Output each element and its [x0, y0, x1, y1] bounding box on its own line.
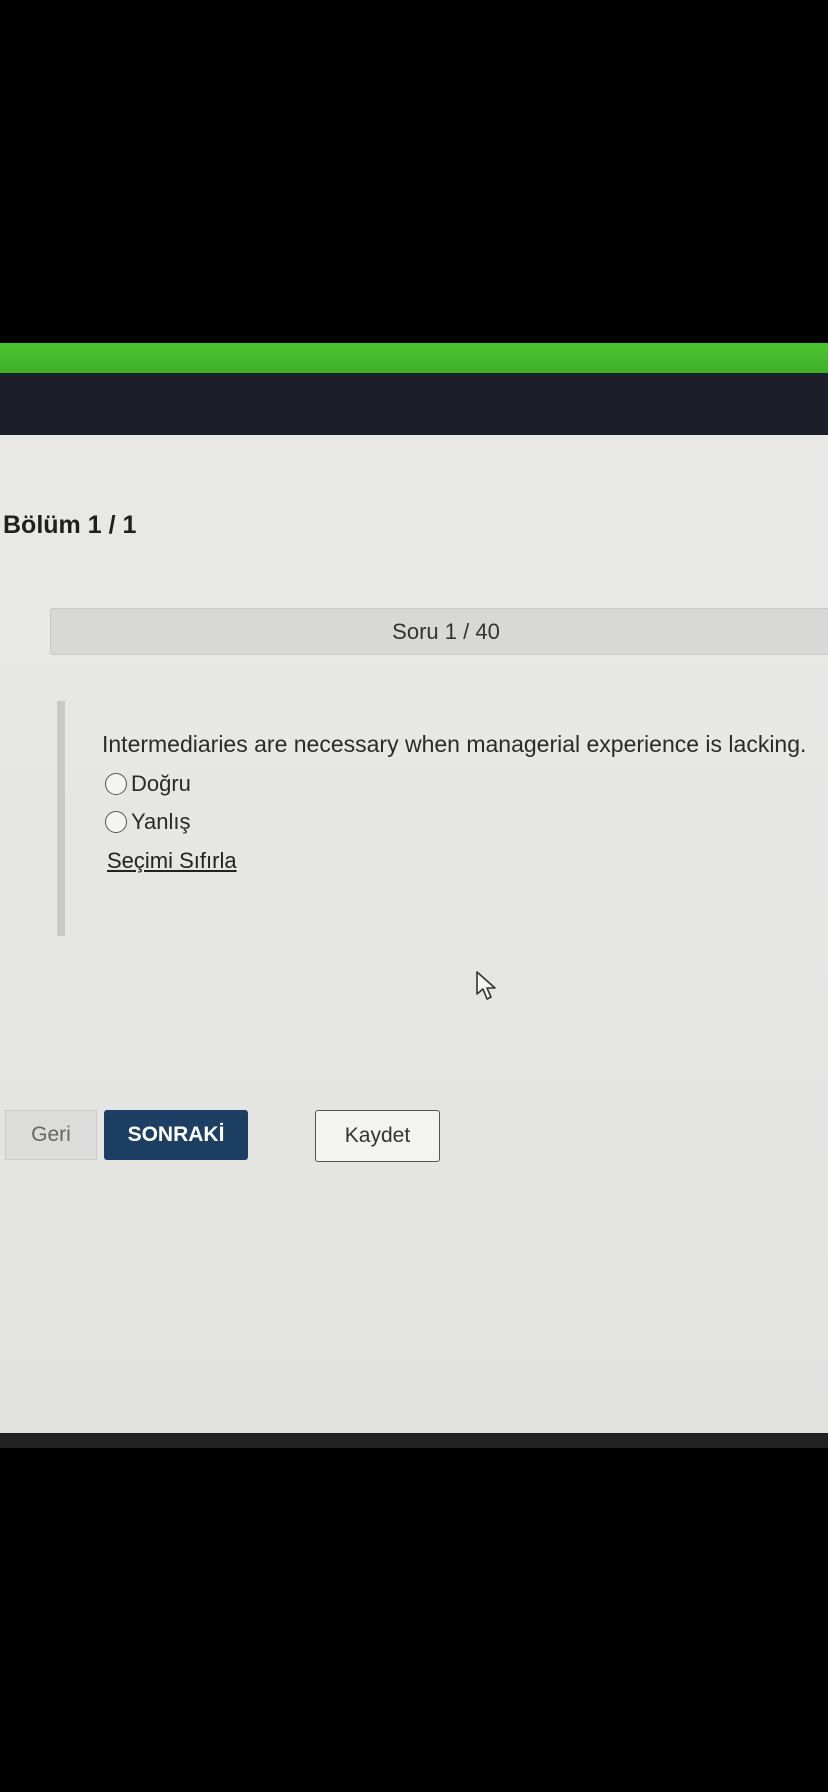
quiz-page: Bölüm 1 / 1 Soru 1 / 40 Intermediaries a…	[0, 435, 828, 1448]
next-button[interactable]: SONRAKİ	[104, 1110, 248, 1160]
screen: Bölüm 1 / 1 Soru 1 / 40 Intermediaries a…	[0, 343, 828, 1448]
top-accent-bar	[0, 343, 828, 373]
section-title: Bölüm 1 / 1	[3, 511, 137, 539]
question-text: Intermediaries are necessary when manage…	[102, 731, 807, 757]
back-button[interactable]: Geri	[5, 1110, 97, 1160]
question-panel: Intermediaries are necessary when manage…	[57, 701, 828, 936]
option-false-label: Yanlış	[131, 809, 191, 834]
option-true[interactable]: Doğru	[105, 771, 191, 797]
option-true-label: Doğru	[131, 771, 191, 796]
question-counter: Soru 1 / 40	[50, 608, 828, 655]
option-false[interactable]: Yanlış	[105, 809, 191, 835]
mouse-pointer-icon	[476, 971, 496, 1000]
taskbar	[0, 1433, 828, 1448]
reset-selection-link[interactable]: Seçimi Sıfırla	[107, 848, 237, 874]
radio-button-true[interactable]	[105, 773, 127, 795]
header-band	[0, 373, 828, 435]
save-button[interactable]: Kaydet	[315, 1110, 440, 1162]
radio-button-false[interactable]	[105, 811, 127, 833]
